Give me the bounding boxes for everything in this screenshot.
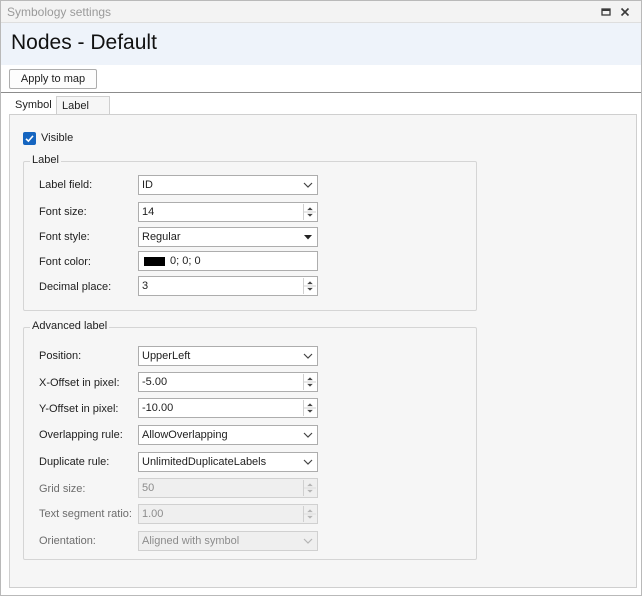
advanced-label-group: Advanced label Position: UpperLeft X-Off… [23, 320, 477, 560]
spinner-arrows-icon[interactable] [303, 204, 316, 220]
chevron-down-icon [303, 538, 313, 544]
x-offset-spinner[interactable]: -5.00 [138, 372, 318, 392]
spinner-arrows-icon [303, 480, 316, 496]
orientation-dropdown: Aligned with symbol [138, 531, 318, 551]
symbology-settings-window: Symbology settings Nodes - Default Apply… [0, 0, 642, 596]
toolbar: Apply to map [1, 65, 641, 93]
label-field-value: ID [142, 179, 153, 191]
position-dropdown[interactable]: UpperLeft [138, 346, 318, 366]
decimal-place-spinner[interactable]: 3 [138, 276, 318, 296]
spinner-arrows-icon[interactable] [303, 400, 316, 416]
y-offset-value: -10.00 [142, 402, 174, 414]
font-size-label: Font size: [39, 206, 87, 218]
color-swatch [144, 257, 165, 266]
chevron-down-icon [303, 432, 313, 438]
decimal-place-label: Decimal place: [39, 281, 112, 293]
overlapping-rule-value: AllowOverlapping [142, 429, 228, 441]
duplicate-rule-label: Duplicate rule: [39, 456, 110, 468]
font-style-value: Regular [142, 231, 181, 243]
title-bar: Symbology settings [1, 1, 641, 23]
page-header: Nodes - Default [1, 23, 641, 65]
duplicate-rule-value: UnlimitedDuplicateLabels [142, 456, 267, 468]
orientation-value: Aligned with symbol [142, 535, 240, 547]
checkmark-icon [25, 135, 34, 143]
font-color-label: Font color: [39, 256, 91, 268]
window-title: Symbology settings [7, 5, 112, 19]
text-segment-ratio-spinner: 1.00 [138, 504, 318, 524]
chevron-down-icon [303, 353, 313, 359]
spinner-arrows-icon [303, 506, 316, 522]
apply-to-map-button[interactable]: Apply to map [9, 69, 97, 89]
label-field-dropdown[interactable]: ID [138, 175, 318, 195]
chevron-down-icon [303, 459, 313, 465]
tab-label[interactable]: Label [56, 96, 110, 115]
font-color-value: 0; 0; 0 [170, 255, 201, 267]
tab-symbol[interactable]: Symbol [10, 96, 56, 115]
caret-down-icon [304, 235, 312, 240]
text-segment-ratio-label: Text segment ratio: [39, 508, 132, 520]
font-size-spinner[interactable]: 14 [138, 202, 318, 222]
position-value: UpperLeft [142, 350, 191, 362]
close-icon[interactable] [617, 4, 633, 20]
overlapping-rule-dropdown[interactable]: AllowOverlapping [138, 425, 318, 445]
y-offset-spinner[interactable]: -10.00 [138, 398, 318, 418]
page-title: Nodes - Default [11, 31, 157, 54]
font-size-value: 14 [142, 206, 155, 218]
label-group: Label Label field: ID Font size: 14 Font… [23, 154, 477, 311]
decimal-place-value: 3 [142, 280, 149, 292]
grid-size-value: 50 [142, 482, 155, 494]
x-offset-label: X-Offset in pixel: [39, 377, 120, 389]
position-label: Position: [39, 350, 82, 362]
font-style-label: Font style: [39, 231, 90, 243]
duplicate-rule-dropdown[interactable]: UnlimitedDuplicateLabels [138, 452, 318, 472]
label-field-label: Label field: [39, 179, 93, 191]
orientation-label: Orientation: [39, 535, 96, 547]
group-title: Advanced label [30, 320, 110, 332]
group-title: Label [30, 154, 61, 166]
overlapping-rule-label: Overlapping rule: [39, 429, 123, 441]
chevron-down-icon [303, 182, 313, 188]
grid-size-label: Grid size: [39, 483, 86, 495]
visible-checkbox[interactable] [23, 132, 36, 145]
font-color-picker[interactable]: 0; 0; 0 [138, 251, 318, 271]
text-segment-ratio-value: 1.00 [142, 508, 164, 520]
spinner-arrows-icon[interactable] [303, 374, 316, 390]
x-offset-value: -5.00 [142, 376, 168, 388]
float-window-icon[interactable] [598, 4, 614, 20]
y-offset-label: Y-Offset in pixel: [39, 403, 119, 415]
spinner-arrows-icon[interactable] [303, 278, 316, 294]
visible-label: Visible [41, 132, 74, 144]
font-style-combo[interactable]: Regular [138, 227, 318, 247]
grid-size-spinner: 50 [138, 478, 318, 498]
